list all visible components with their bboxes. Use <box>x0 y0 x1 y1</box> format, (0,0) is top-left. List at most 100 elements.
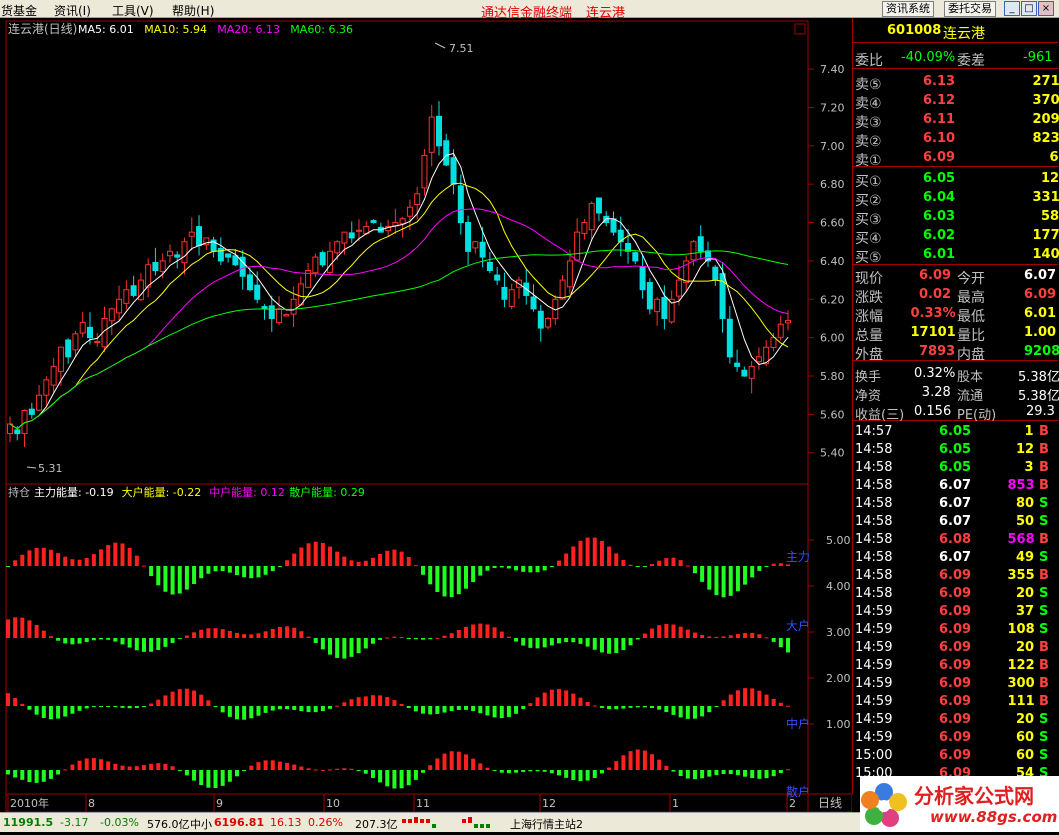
indicator-bar <box>528 566 533 573</box>
indicator-legend-item: 散户能量: 0.29 <box>289 485 365 499</box>
indicator-bar <box>728 566 733 596</box>
indicator-bar <box>363 696 368 706</box>
bid-row[interactable]: 买④ 6.02 177 <box>853 227 1059 247</box>
ask-row[interactable]: 卖② 6.10 823 <box>853 130 1059 150</box>
tick-row[interactable]: 14:58 6.09 355 B <box>853 567 1058 585</box>
indicator-bar <box>650 706 655 709</box>
indicator-bar <box>678 706 683 718</box>
indicator-bar <box>320 706 325 712</box>
indicator-bar <box>564 638 569 643</box>
indicator-bar <box>642 566 647 567</box>
tick-row[interactable]: 14:58 6.07 50 S <box>853 513 1058 531</box>
tick-row[interactable]: 14:59 6.09 20 S <box>853 711 1058 729</box>
indicator-bar <box>778 638 783 648</box>
tick-row[interactable]: 14:58 6.07 80 S <box>853 495 1058 513</box>
indicator-bar <box>707 636 712 638</box>
indicator-bar <box>521 706 526 709</box>
server-label[interactable]: 上海行情主站2 <box>510 816 583 832</box>
indicator-bar <box>106 706 111 707</box>
indicator-bar <box>134 638 139 651</box>
indicator-bar <box>707 706 712 713</box>
indicator-bar <box>564 770 569 778</box>
tick-row[interactable]: 14:59 6.09 20 B <box>853 639 1058 657</box>
indicator-bar <box>428 765 433 770</box>
indicator-bar <box>242 634 247 638</box>
tick-row[interactable]: 14:59 6.09 60 S <box>853 729 1058 747</box>
indicator-bar <box>743 688 748 706</box>
chart-corner-box[interactable] <box>794 23 806 35</box>
tick-row[interactable]: 14:59 6.09 122 B <box>853 657 1058 675</box>
tick-row[interactable]: 14:59 6.09 300 B <box>853 675 1058 693</box>
bid-row[interactable]: 买③ 6.03 58 <box>853 208 1059 228</box>
tick-row[interactable]: 14:59 6.09 37 S <box>853 603 1058 621</box>
indicator-bar <box>557 638 562 644</box>
indicator-bar <box>728 694 733 706</box>
bid-row[interactable]: 买⑤ 6.01 140 <box>853 246 1059 266</box>
candle <box>210 236 217 258</box>
indicator-bar <box>27 620 32 638</box>
tick-row[interactable]: 14:58 6.07 853 B <box>853 477 1058 495</box>
indicator-bar <box>299 547 304 566</box>
indicator-bar <box>499 566 504 568</box>
indicator-bar <box>99 759 104 770</box>
indicator-bar <box>263 760 268 770</box>
indicator-bar <box>385 637 390 639</box>
indicator-bar <box>428 706 433 715</box>
indicator-bar <box>113 763 118 770</box>
indicator-bar <box>650 628 655 638</box>
ask-row[interactable]: 卖① 6.09 6 <box>853 149 1059 169</box>
tick-row[interactable]: 14:58 6.05 3 B <box>853 459 1058 477</box>
ask-row[interactable]: 卖④ 6.12 370 <box>853 92 1059 112</box>
chart-area[interactable]: 连云港(日线) MA5: 6.01 MA10: 5.94 MA20: 6.13 MA6… <box>0 18 852 812</box>
tick-row[interactable]: 14:58 6.08 568 B <box>853 531 1058 549</box>
indicator-bar <box>700 706 705 717</box>
indicator-bar <box>277 761 282 770</box>
indicator-bar <box>399 551 404 566</box>
news-system-button[interactable]: 资讯系统 <box>882 1 934 17</box>
menu-item-tools[interactable]: 工具(V) <box>112 2 154 19</box>
date-label: 1 <box>672 797 679 810</box>
menu-item-fund[interactable]: 货基金 <box>1 2 37 19</box>
tick-row[interactable]: 14:59 6.09 108 S <box>853 621 1058 639</box>
candle <box>588 201 595 241</box>
indicator-bar <box>750 632 755 638</box>
tick-row[interactable]: 14:58 6.05 12 B <box>853 441 1058 459</box>
indicator-bar <box>757 566 762 571</box>
ask-row[interactable]: 卖⑤ 6.13 271 <box>853 73 1059 93</box>
date-label: 11 <box>416 797 430 810</box>
indicator-bar <box>743 632 748 638</box>
price-tick: 6.40 <box>820 255 845 268</box>
indicator-bar <box>342 638 347 659</box>
minimize-icon[interactable]: _ <box>1004 1 1020 16</box>
tick-row[interactable]: 14:58 6.09 20 S <box>853 585 1058 603</box>
period-label[interactable]: 日线 <box>818 796 842 810</box>
bid-row[interactable]: 买② 6.04 331 <box>853 189 1059 209</box>
indicator-bar <box>299 706 304 712</box>
indicator-bar <box>528 770 533 772</box>
tick-row[interactable]: 15:00 6.09 60 S <box>853 747 1058 765</box>
indicator-bar <box>120 543 125 566</box>
indicator-bar <box>328 769 333 771</box>
tick-row[interactable]: 14:59 6.09 111 B <box>853 693 1058 711</box>
menu-item-info[interactable]: 资讯(I) <box>54 2 91 19</box>
tick-row[interactable]: 14:58 6.07 49 S <box>853 549 1058 567</box>
indicator-bar <box>463 566 468 589</box>
close-icon[interactable]: × <box>1038 1 1054 16</box>
bid-row[interactable]: 买① 6.05 12 <box>853 170 1059 190</box>
trade-button[interactable]: 委托交易 <box>944 1 996 17</box>
indicator-bar <box>335 638 340 658</box>
indicator-bar <box>177 770 182 771</box>
tick-row[interactable]: 14:57 6.05 1 B <box>853 423 1058 441</box>
indicator-bar <box>413 706 418 712</box>
ask-row[interactable]: 卖③ 6.11 209 <box>853 111 1059 131</box>
menu-item-help[interactable]: 帮助(H) <box>172 2 214 19</box>
candle <box>348 221 355 244</box>
indicator-bar <box>700 770 705 779</box>
ma-legend-item: MA10: 5.94 <box>144 23 207 36</box>
indicator-bar <box>6 770 10 775</box>
indicator-bar <box>277 626 282 638</box>
indicator-bar <box>499 706 504 719</box>
indicator-bar <box>149 638 154 652</box>
restore-icon[interactable]: □ <box>1021 1 1037 16</box>
indicator-bar <box>786 705 790 707</box>
